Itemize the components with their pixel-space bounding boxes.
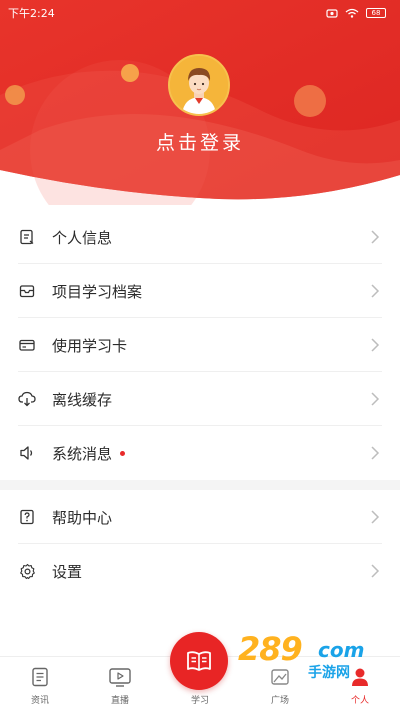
- menu-item-label: 系统消息: [52, 444, 113, 463]
- menu-item-settings[interactable]: 设置: [0, 544, 400, 598]
- gear-icon: [18, 562, 36, 580]
- chevron-right-icon: [371, 510, 380, 524]
- status-time: 下午2:24: [8, 7, 55, 20]
- live-icon: [108, 665, 132, 689]
- status-bar: 下午2:24 68: [0, 0, 400, 26]
- menu-item-offline-cache[interactable]: 离线缓存: [0, 372, 400, 426]
- menu-item-study-card[interactable]: 使用学习卡: [0, 318, 400, 372]
- tab-label: 广场: [270, 696, 289, 706]
- alarm-icon: [326, 9, 338, 18]
- menu-item-label: 个人信息: [52, 228, 113, 247]
- menu-item-label: 设置: [52, 562, 83, 581]
- chevron-right-icon: [371, 392, 380, 406]
- tab-label: 学习: [190, 696, 209, 706]
- tab-label: 直播: [110, 696, 129, 706]
- watermark-logo: 289 com 手游网: [232, 630, 382, 690]
- chevron-right-icon: [371, 284, 380, 298]
- menu-item-project-archive[interactable]: 项目学习档案: [0, 264, 400, 318]
- tab-live[interactable]: 直播: [80, 657, 160, 711]
- menu-item-label: 离线缓存: [52, 390, 113, 409]
- battery-level: 68: [371, 9, 381, 17]
- book-icon: [187, 651, 211, 671]
- chevron-right-icon: [371, 564, 380, 578]
- menu-item-help-center[interactable]: 帮助中心: [0, 490, 400, 544]
- menu-item-system-messages[interactable]: 系统消息: [0, 426, 400, 480]
- settings-menu: 个人信息 项目学习档案 使用学习卡 离线缓存 系统消息 帮助中心 设置: [0, 210, 400, 598]
- chevron-right-icon: [371, 338, 380, 352]
- news-icon: [28, 665, 52, 689]
- chevron-right-icon: [371, 446, 380, 460]
- menu-item-label: 帮助中心: [52, 508, 113, 527]
- section-separator: [0, 480, 400, 490]
- profile-header: 下午2:24 68 点击登录: [0, 0, 400, 205]
- profile-icon: [18, 228, 36, 246]
- watermark-number: 289: [238, 630, 303, 668]
- login-link[interactable]: 点击登录: [0, 128, 400, 155]
- unread-badge: [120, 450, 126, 456]
- tab-label: 资讯: [30, 696, 49, 706]
- user-avatar-icon: [170, 56, 228, 114]
- card-icon: [18, 336, 36, 354]
- menu-item-label: 使用学习卡: [52, 336, 128, 355]
- help-icon: [18, 508, 36, 526]
- archive-icon: [18, 282, 36, 300]
- battery-icon: 68: [366, 8, 386, 18]
- study-center-button[interactable]: [170, 632, 228, 690]
- watermark-domain: com: [318, 638, 365, 662]
- watermark-subtitle: 手游网: [308, 665, 350, 681]
- tab-news[interactable]: 资讯: [0, 657, 80, 711]
- avatar[interactable]: [168, 54, 230, 116]
- cloud-download-icon: [18, 390, 36, 408]
- wifi-icon: [345, 8, 359, 18]
- menu-item-personal-info[interactable]: 个人信息: [0, 210, 400, 264]
- tab-label: 个人: [350, 696, 369, 706]
- chevron-right-icon: [371, 230, 380, 244]
- speaker-icon: [18, 444, 36, 462]
- menu-item-label: 项目学习档案: [52, 282, 143, 301]
